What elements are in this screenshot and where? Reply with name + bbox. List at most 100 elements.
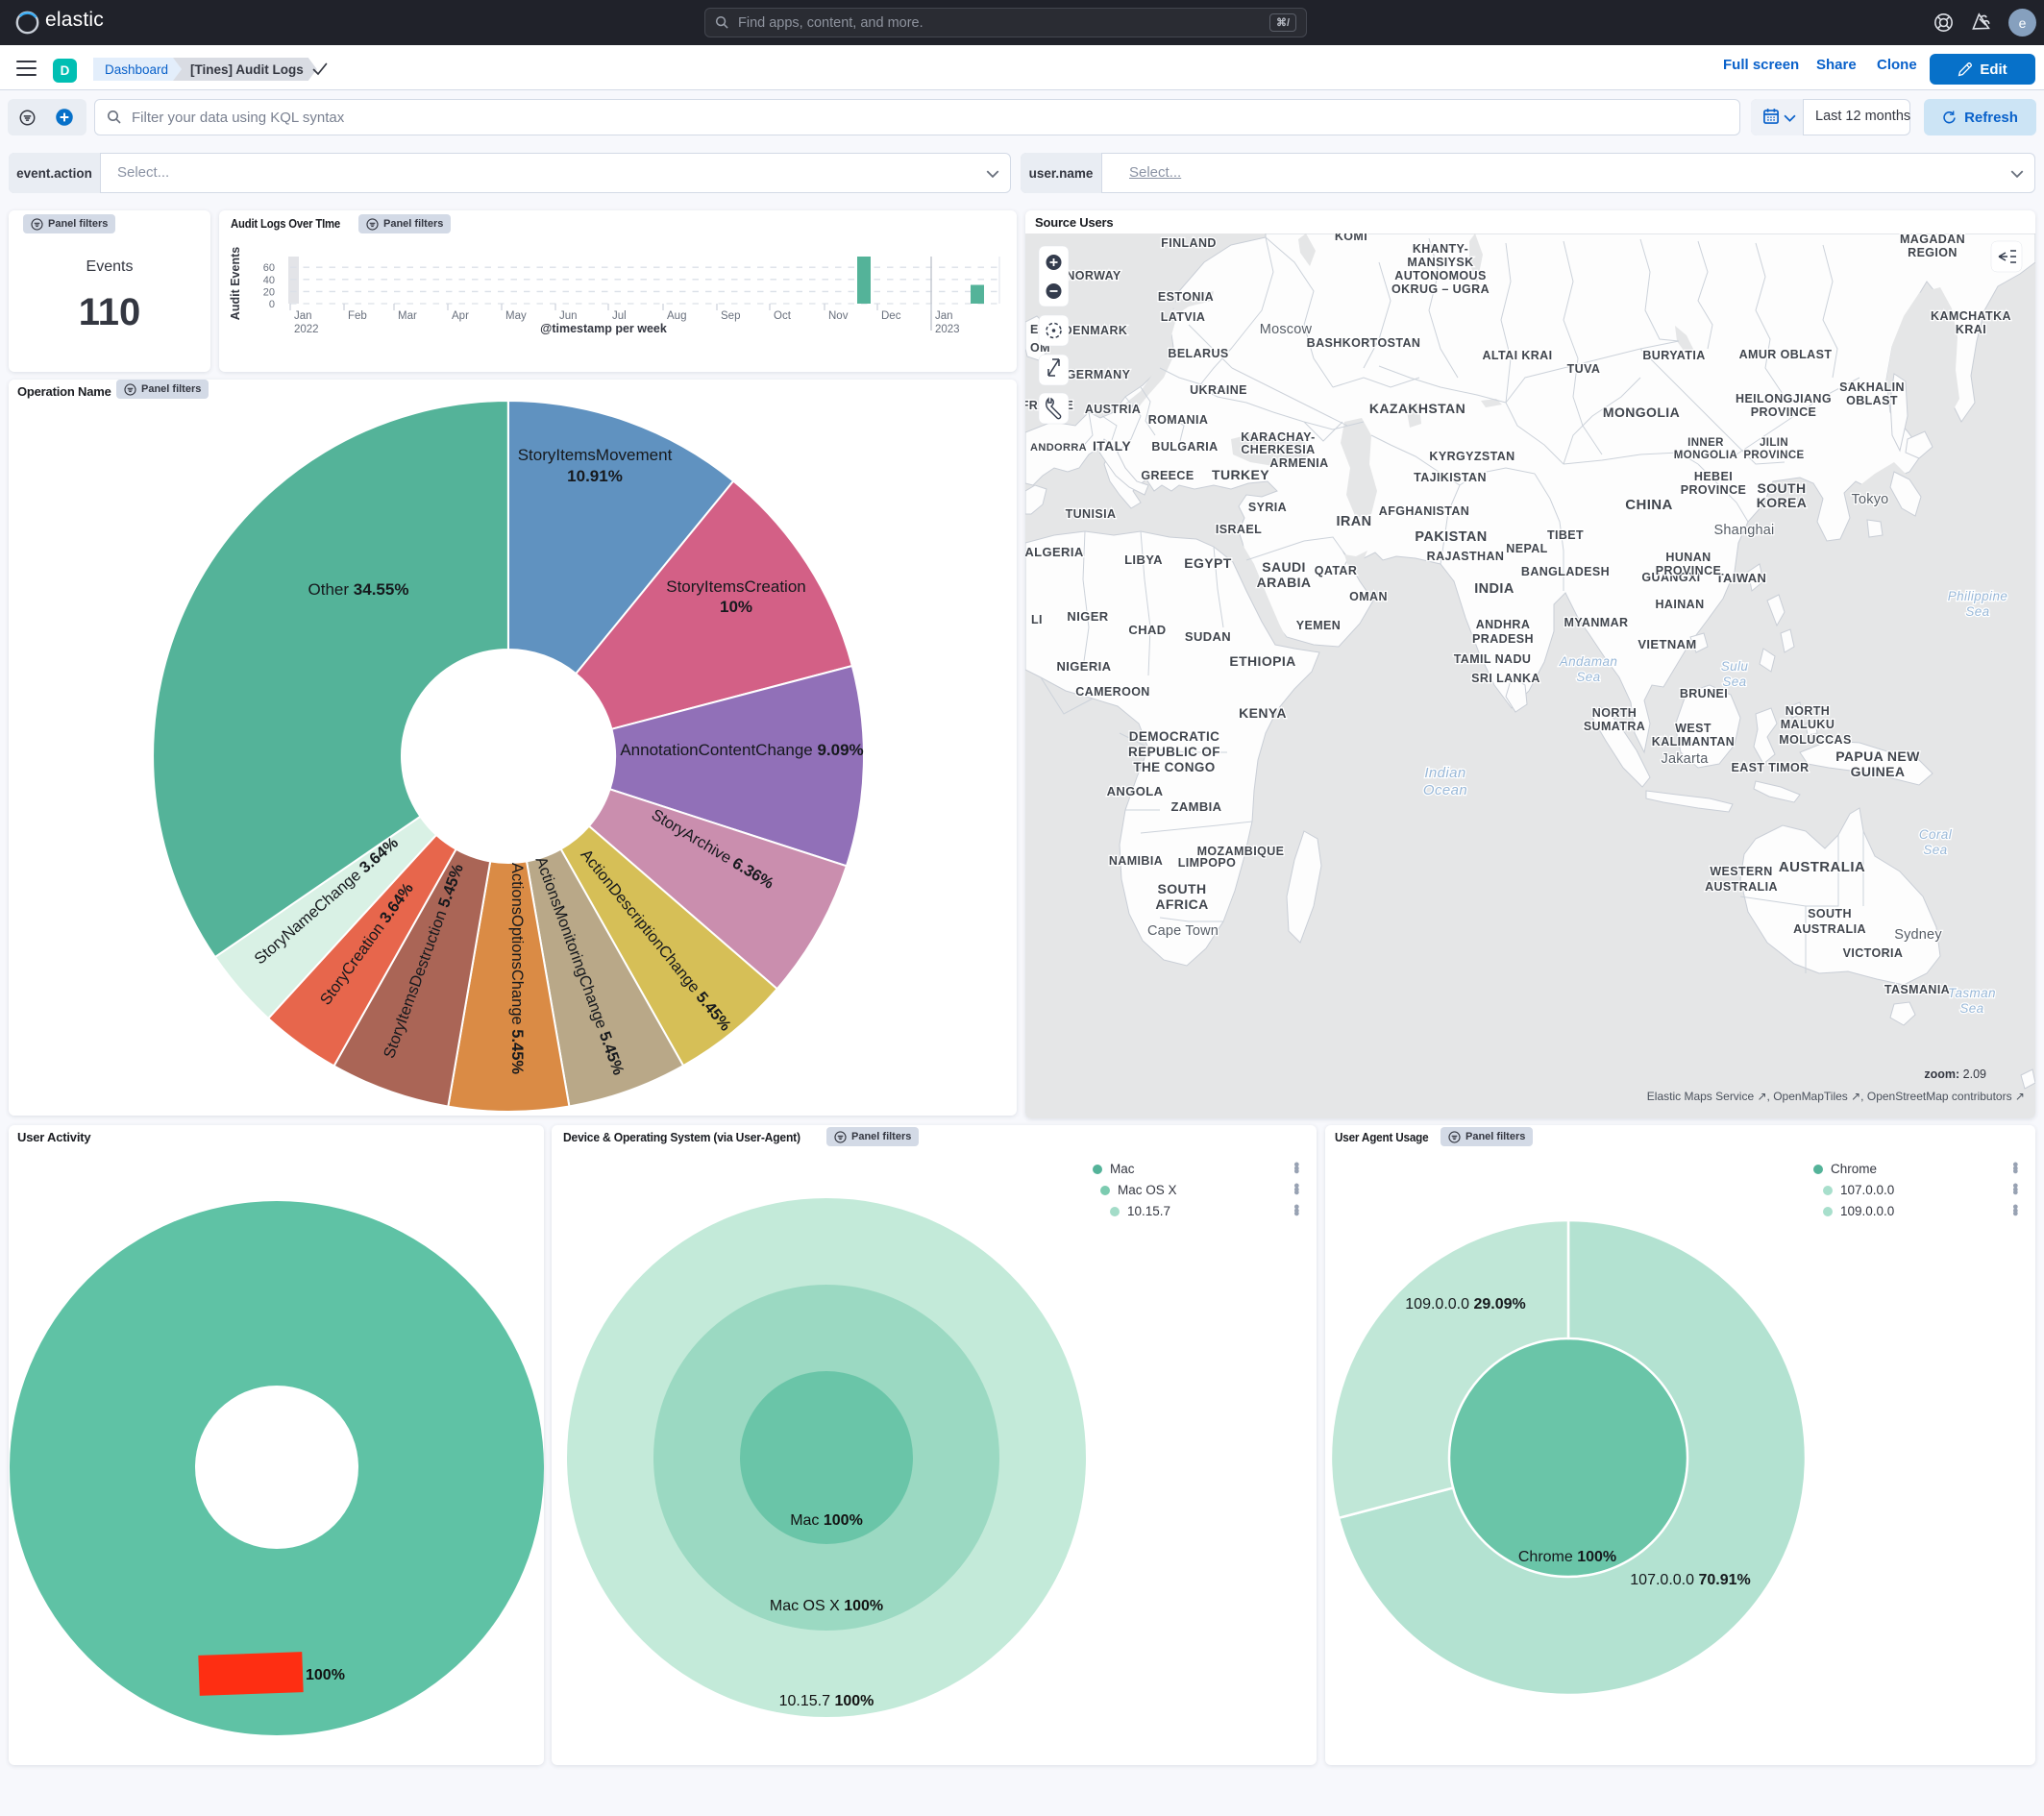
svg-text:MONGOLIA: MONGOLIA [1603, 405, 1680, 420]
svg-text:Tasman: Tasman [1948, 986, 1996, 1000]
svg-text:PROVINCE: PROVINCE [1681, 483, 1747, 497]
svg-text:JILIN: JILIN [1760, 437, 1788, 449]
svg-text:FINLAND: FINLAND [1161, 236, 1217, 250]
svg-text:Shanghai: Shanghai [1714, 523, 1775, 538]
svg-text:BANGLADESH: BANGLADESH [1521, 565, 1610, 578]
svg-text:2023: 2023 [935, 324, 960, 335]
svg-text:SAUDI: SAUDI [1262, 559, 1306, 575]
svg-text:DENMARK: DENMARK [1064, 324, 1128, 337]
svg-text:Sea: Sea [1923, 843, 1947, 857]
svg-text:PRADESH: PRADESH [1472, 632, 1534, 646]
svg-text:Other 34.55%: Other 34.55% [308, 580, 409, 599]
svg-text:GERMANY: GERMANY [1067, 368, 1131, 381]
svg-text:AUSTRIA: AUSTRIA [1085, 403, 1141, 416]
svg-text:CHINA: CHINA [1625, 497, 1673, 513]
svg-text:SYRIA: SYRIA [1248, 501, 1287, 514]
svg-text:QATAR: QATAR [1315, 564, 1358, 577]
svg-text:AUSTRALIA: AUSTRALIA [1793, 922, 1866, 936]
svg-text:MALUKU: MALUKU [1781, 718, 1835, 731]
svg-text:BELARUS: BELARUS [1168, 347, 1228, 360]
svg-text:TIBET: TIBET [1547, 528, 1584, 542]
svg-text:TAMIL NADU: TAMIL NADU [1454, 652, 1532, 666]
svg-text:@timestamp per week: @timestamp per week [540, 322, 667, 335]
svg-text:Jan: Jan [294, 310, 312, 322]
svg-text:SAKHALIN: SAKHALIN [1839, 380, 1905, 394]
svg-text:PROVINCE: PROVINCE [1751, 405, 1817, 419]
svg-text:SUMATRA: SUMATRA [1584, 720, 1645, 733]
svg-text:AUSTRALIA: AUSTRALIA [1779, 859, 1865, 875]
svg-text:INNER: INNER [1687, 437, 1724, 449]
svg-text:Feb: Feb [348, 310, 367, 322]
svg-text:PROVINCE: PROVINCE [1743, 450, 1804, 461]
svg-text:HEBEI: HEBEI [1694, 470, 1733, 483]
svg-text:MOLUCCAS: MOLUCCAS [1779, 733, 1851, 747]
svg-text:HAINAN: HAINAN [1655, 598, 1704, 611]
svg-text:Jan: Jan [935, 310, 953, 322]
svg-text:YEMEN: YEMEN [1296, 619, 1341, 632]
svg-text:GUINEA: GUINEA [1851, 764, 1906, 779]
svg-text:Tokyo: Tokyo [1852, 492, 1889, 507]
svg-text:Sea: Sea [1722, 675, 1746, 689]
svg-text:GREECE: GREECE [1141, 469, 1194, 482]
svg-text:BULGARIA: BULGARIA [1151, 440, 1218, 454]
svg-text:May: May [505, 310, 527, 322]
svg-text:INDIA: INDIA [1474, 581, 1515, 597]
svg-text:KALIMANTAN: KALIMANTAN [1652, 735, 1735, 748]
svg-text:Nov: Nov [828, 310, 849, 322]
svg-text:StoryItemsMovement: StoryItemsMovement [518, 446, 673, 464]
svg-text:ZAMBIA: ZAMBIA [1171, 799, 1222, 814]
svg-text:ISRAEL: ISRAEL [1216, 523, 1262, 536]
svg-text:Dec: Dec [881, 310, 901, 322]
svg-text:SOUTH: SOUTH [1758, 480, 1807, 496]
svg-text:KYRGYZSTAN: KYRGYZSTAN [1429, 450, 1515, 463]
svg-text:ITALY: ITALY [1093, 438, 1131, 454]
svg-text:RAJASTHAN: RAJASTHAN [1427, 550, 1505, 563]
svg-text:Chrome 100%: Chrome 100% [1518, 1549, 1616, 1565]
svg-text:10.91%: 10.91% [567, 467, 623, 485]
svg-text:KHANTY-: KHANTY- [1413, 242, 1468, 256]
svg-text:Mac OS X 100%: Mac OS X 100% [770, 1598, 883, 1614]
svg-text:10.15.7 100%: 10.15.7 100% [779, 1693, 874, 1709]
svg-text:EAST TIMOR: EAST TIMOR [1731, 761, 1809, 774]
svg-text:Oct: Oct [774, 310, 792, 322]
svg-text:ANGOLA: ANGOLA [1107, 784, 1164, 798]
svg-text:ARMENIA: ARMENIA [1269, 456, 1328, 470]
svg-text:Indian: Indian [1424, 765, 1465, 781]
svg-text:Jun: Jun [559, 310, 578, 322]
svg-text:Mar: Mar [398, 310, 417, 322]
svg-text:AMUR OBLAST: AMUR OBLAST [1739, 348, 1833, 361]
svg-text:ALTAI KRAI: ALTAI KRAI [1483, 349, 1553, 362]
svg-text:LATVIA: LATVIA [1161, 310, 1206, 324]
svg-text:TUNISIA: TUNISIA [1066, 507, 1117, 521]
svg-text:TAIWAN: TAIWAN [1716, 571, 1767, 585]
svg-text:ANDORRA: ANDORRA [1030, 442, 1087, 454]
svg-text:Sep: Sep [721, 310, 740, 322]
svg-text:PAPUA NEW: PAPUA NEW [1835, 748, 1920, 764]
svg-text:Andaman: Andaman [1559, 654, 1618, 669]
svg-text:Jul: Jul [612, 310, 627, 322]
svg-text:40: 40 [263, 275, 275, 286]
svg-text:BURYATIA: BURYATIA [1642, 349, 1705, 362]
svg-text:SRI LANKA: SRI LANKA [1471, 672, 1540, 685]
svg-text:107.0.0.0 70.91%: 107.0.0.0 70.91% [1630, 1572, 1750, 1588]
svg-text:CHAD: CHAD [1128, 623, 1166, 637]
svg-text:Sea: Sea [1576, 670, 1600, 684]
svg-text:KAZAKHSTAN: KAZAKHSTAN [1369, 401, 1465, 416]
svg-text:MANSIYSK: MANSIYSK [1407, 256, 1473, 269]
svg-text:Elastic Maps Service ↗, OpenMa: Elastic Maps Service ↗, OpenMapTiles ↗, … [1647, 1090, 2025, 1103]
svg-text:NORWAY: NORWAY [1066, 269, 1121, 282]
svg-text:BASHKORTOSTAN: BASHKORTOSTAN [1307, 336, 1421, 350]
svg-text:100%: 100% [306, 1667, 345, 1683]
svg-text:THE CONGO: THE CONGO [1133, 760, 1215, 774]
svg-text:Coral: Coral [1919, 827, 1953, 842]
svg-text:UKRAINE: UKRAINE [1190, 383, 1247, 397]
svg-text:EGYPT: EGYPT [1184, 555, 1232, 571]
svg-text:AnnotationContentChange 9.09%: AnnotationContentChange 9.09% [620, 741, 863, 759]
svg-text:VIETNAM: VIETNAM [1638, 637, 1696, 651]
svg-text:BRUNEI: BRUNEI [1680, 687, 1728, 700]
svg-text:KOREA: KOREA [1757, 495, 1808, 510]
svg-text:Sea: Sea [1959, 1001, 1983, 1016]
svg-text:TASMANIA: TASMANIA [1884, 983, 1950, 996]
svg-text:Ocean: Ocean [1423, 782, 1467, 798]
svg-text:Audit Events: Audit Events [229, 247, 242, 320]
